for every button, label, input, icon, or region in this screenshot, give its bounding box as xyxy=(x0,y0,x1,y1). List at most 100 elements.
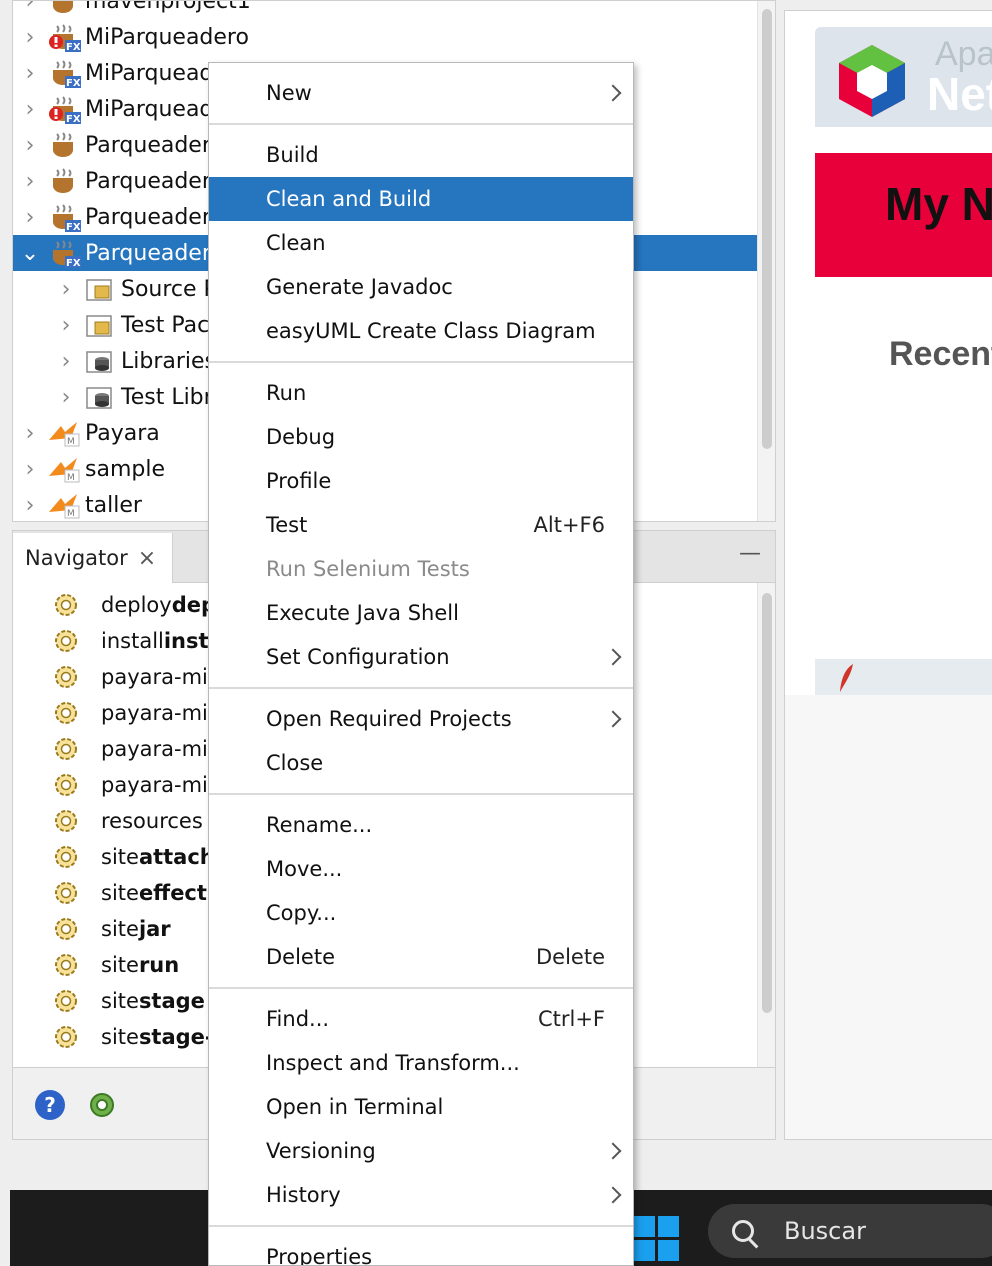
project-tree-item[interactable]: › FX MiParqueadero xyxy=(13,19,759,55)
goal-name: run xyxy=(138,953,180,977)
menu-item-generate-javadoc[interactable]: Generate Javadoc xyxy=(209,265,633,309)
help-icon[interactable]: ? xyxy=(35,1090,65,1120)
menu-item-history[interactable]: History xyxy=(209,1173,633,1217)
menu-item-build[interactable]: Build xyxy=(209,133,633,177)
goal-name: attach xyxy=(138,845,215,869)
chevron-right-icon xyxy=(604,710,622,728)
chevron-right-icon[interactable]: › xyxy=(13,457,47,482)
navigator-title: Navigator xyxy=(25,546,128,570)
chevron-right-icon[interactable]: › xyxy=(13,421,47,446)
goal-phase: site xyxy=(101,1025,139,1049)
chevron-right-icon[interactable]: › xyxy=(49,349,83,374)
java-project-icon xyxy=(47,166,81,196)
menu-item-label: Copy... xyxy=(266,901,337,925)
menu-item-new[interactable]: New xyxy=(209,71,633,115)
menu-separator xyxy=(209,1225,633,1227)
menu-item-properties[interactable]: Properties xyxy=(209,1235,633,1266)
chevron-right-icon[interactable]: › xyxy=(49,277,83,302)
chevron-right-icon xyxy=(604,1142,622,1160)
goal-phase: site xyxy=(101,881,139,905)
brand-text-bottom: NetBeans xyxy=(927,68,992,120)
goal-gear-icon xyxy=(55,594,77,616)
navigator-scroll-thumb[interactable] xyxy=(762,593,772,1013)
menu-item-versioning[interactable]: Versioning xyxy=(209,1129,633,1173)
goal-phase: install xyxy=(101,629,164,653)
menu-item-label: Set Configuration xyxy=(266,645,450,669)
project-tree-label: Parqueadero xyxy=(85,204,224,230)
javafx-project-icon: FX xyxy=(47,238,81,269)
menu-item-inspect-and-transform[interactable]: Inspect and Transform... xyxy=(209,1041,633,1085)
menu-item-label: easyUML Create Class Diagram xyxy=(266,319,596,343)
menu-item-find[interactable]: Find... Ctrl+F xyxy=(209,997,633,1041)
javafx-project-icon: FX xyxy=(47,58,81,89)
project-tree-label: Parqueadero xyxy=(85,240,224,266)
navigator-goal-item[interactable]: install install xyxy=(13,623,237,659)
chevron-right-icon[interactable]: › xyxy=(13,1,47,14)
navigator-goal-item[interactable]: payara-micro xyxy=(13,731,240,767)
menu-item-open-in-terminal[interactable]: Open in Terminal xyxy=(209,1085,633,1129)
menu-item-open-required-projects[interactable]: Open Required Projects xyxy=(209,697,633,741)
menu-item-label: Generate Javadoc xyxy=(266,275,453,299)
maven-java-project-icon xyxy=(47,1,81,16)
menu-item-label: Inspect and Transform... xyxy=(266,1051,520,1075)
project-tree-label: taller xyxy=(85,492,142,518)
chevron-right-icon[interactable]: › xyxy=(13,205,47,230)
menu-item-clean[interactable]: Clean xyxy=(209,221,633,265)
chevron-down-icon[interactable]: ⌄ xyxy=(13,241,47,266)
tab-navigator[interactable]: Navigator × xyxy=(13,533,173,583)
menu-item-label: Execute Java Shell xyxy=(266,601,459,625)
navigator-goal-item[interactable]: payara-micro xyxy=(13,659,240,695)
chevron-right-icon[interactable]: › xyxy=(13,169,47,194)
menu-item-profile[interactable]: Profile xyxy=(209,459,633,503)
context-menu: New Build Clean and Build Clean Generate Jav… xyxy=(208,62,634,1266)
project-tree-item[interactable]: › mavenproject1 xyxy=(13,1,759,19)
chevron-right-icon[interactable]: › xyxy=(13,133,47,158)
chevron-right-icon[interactable]: › xyxy=(13,97,47,122)
menu-item-test[interactable]: Test Alt+F6 xyxy=(209,503,633,547)
chevron-right-icon[interactable]: › xyxy=(13,61,47,86)
navigator-goal-item[interactable]: site run xyxy=(13,947,179,983)
menu-item-clean-and-build[interactable]: Clean and Build xyxy=(209,177,633,221)
chevron-right-icon xyxy=(604,648,622,666)
gear-icon[interactable] xyxy=(87,1090,117,1120)
navigator-goal-item[interactable]: site attach xyxy=(13,839,215,875)
chevron-right-icon[interactable]: › xyxy=(13,493,47,518)
menu-item-label: Find... xyxy=(266,1007,330,1031)
menu-item-easyuml-create-class-diagram[interactable]: easyUML Create Class Diagram xyxy=(209,309,633,353)
svg-text:FX: FX xyxy=(66,258,81,268)
close-icon[interactable]: × xyxy=(138,546,156,571)
goal-gear-icon xyxy=(55,918,77,940)
menu-item-rename[interactable]: Rename... xyxy=(209,803,633,847)
menu-item-label: Properties xyxy=(266,1245,373,1266)
menu-item-label: Build xyxy=(266,143,319,167)
chevron-right-icon[interactable]: › xyxy=(49,385,83,410)
menu-item-debug[interactable]: Debug xyxy=(209,415,633,459)
menu-item-execute-java-shell[interactable]: Execute Java Shell xyxy=(209,591,633,635)
navigator-scrollbar[interactable] xyxy=(757,583,775,1067)
chevron-right-icon[interactable]: › xyxy=(49,313,83,338)
svg-text:FX: FX xyxy=(66,42,81,52)
svg-text:M: M xyxy=(67,509,75,519)
menu-item-copy[interactable]: Copy... xyxy=(209,891,633,935)
navigator-goal-item[interactable]: site jar xyxy=(13,911,171,947)
projects-scroll-thumb[interactable] xyxy=(762,9,772,449)
menu-item-move[interactable]: Move... xyxy=(209,847,633,891)
taskbar-search[interactable]: Buscar xyxy=(708,1204,992,1258)
chevron-right-icon[interactable]: › xyxy=(13,25,47,50)
navigator-goal-item[interactable]: payara-micro xyxy=(13,695,240,731)
java-project-icon xyxy=(47,130,81,160)
menu-item-set-configuration[interactable]: Set Configuration xyxy=(209,635,633,679)
goal-phase: deploy xyxy=(101,593,172,617)
navigator-goal-item[interactable]: payara-micro xyxy=(13,767,240,803)
projects-scrollbar[interactable] xyxy=(757,1,775,521)
menu-item-run[interactable]: Run xyxy=(209,371,633,415)
menu-item-close[interactable]: Close xyxy=(209,741,633,785)
project-tree-label: Parqueadero xyxy=(85,168,224,194)
navigator-goal-item[interactable]: resources xyxy=(13,803,203,839)
menu-item-label: Delete xyxy=(266,945,335,969)
windows-start-icon[interactable] xyxy=(634,1216,680,1262)
menu-item-delete[interactable]: Delete Delete xyxy=(209,935,633,979)
minimize-icon[interactable]: — xyxy=(739,541,761,566)
menu-separator xyxy=(209,987,633,989)
navigator-goal-item[interactable]: site stage xyxy=(13,983,205,1019)
